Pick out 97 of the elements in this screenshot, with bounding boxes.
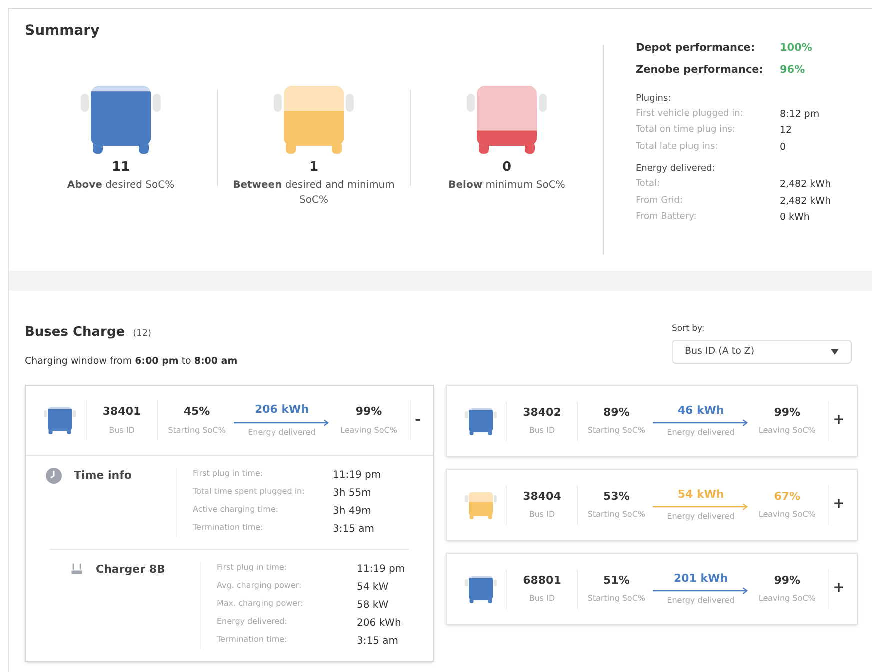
bus-count: 11 (112, 159, 130, 177)
energy-delivered: 54 kWh (678, 486, 724, 502)
stat-value: 0 (780, 140, 786, 154)
starting-soc: 53% (604, 488, 630, 504)
starting-soc-label: Starting SoC% (588, 593, 646, 605)
stat-group-title: Energy delivered: (636, 162, 716, 176)
sort-dropdown[interactable]: Bus ID (A to Z) (672, 340, 852, 364)
section-title: Buses Charge (25, 324, 126, 342)
detail-label: Energy delivered: (217, 616, 288, 628)
detail-value: 3:15 am (357, 634, 399, 649)
detail-label: Termination time: (193, 522, 264, 534)
expand-toggle[interactable]: - (415, 410, 421, 431)
expand-toggle[interactable]: + (833, 578, 845, 600)
leaving-soc-label: Leaving SoC% (758, 425, 816, 437)
leaving-soc-label: Leaving SoC% (758, 509, 816, 521)
arrow-icon (653, 503, 750, 511)
expand-toggle[interactable]: + (833, 410, 845, 432)
bus-icon (464, 490, 497, 520)
stat-label: From Grid: (636, 194, 684, 208)
starting-soc: 51% (604, 572, 630, 588)
stat-value: 8:12 pm (780, 108, 820, 122)
performance-value: 96% (780, 62, 806, 78)
leaving-soc: 99% (774, 572, 801, 588)
status-label: Between desired and minimum SoC% (232, 178, 396, 208)
energy-delivered-label: Energy delivered (667, 595, 735, 607)
detail-label: Avg. charging power: (217, 580, 303, 592)
bus-icon (464, 406, 497, 436)
detail-value: 11:19 pm (357, 562, 406, 577)
detail-value: 3h 55m (333, 486, 372, 501)
bus-id-label: Bus ID (109, 424, 135, 436)
detail-label: First plug in time: (193, 468, 264, 480)
leaving-soc-label: Leaving SoC% (340, 424, 398, 436)
bus-id-label: Bus ID (529, 425, 556, 437)
stat-group-title: Plugins: (636, 92, 672, 106)
performance-value: 100% (780, 41, 812, 56)
leaving-soc: 67% (774, 488, 801, 504)
leaving-soc-label: Leaving SoC% (758, 593, 816, 605)
detail-value: 54 kW (357, 580, 389, 595)
arrow-icon (653, 419, 750, 427)
detail-label: Termination time: (217, 634, 288, 646)
bus-id: 68801 (523, 572, 562, 588)
stat-label: Total late plug ins: (636, 140, 720, 154)
status-label: Below minimum SoC% (448, 178, 566, 192)
bus-id: 38401 (102, 404, 142, 420)
energy-delivered-label: Energy delivered (248, 426, 316, 438)
stat-value: 0 kWh (780, 210, 810, 225)
summary-title: Summary (25, 22, 101, 41)
bus-icon (464, 574, 497, 604)
section-title: Time info (74, 468, 132, 484)
bus-id: 38402 (523, 404, 562, 420)
sort-label: Sort by: (672, 323, 706, 336)
stat-label: First vehicle plugged in: (636, 108, 744, 121)
leaving-soc: 99% (774, 404, 801, 420)
detail-label: Total time spent plugged in: (193, 486, 306, 498)
energy-delivered-label: Energy delivered (667, 511, 735, 523)
bus-count: (12) (133, 328, 152, 341)
detail-label: Max. charging power: (217, 598, 304, 610)
section-title: Charger 8B (96, 562, 166, 578)
stat-value: 2,482 kWh (780, 194, 832, 208)
detail-label: First plug in time: (217, 562, 288, 574)
stat-value: 2,482 kWh (780, 178, 832, 192)
detail-value: 206 kWh (357, 616, 402, 631)
starting-soc-label: Starting SoC% (168, 424, 226, 436)
bus-id-label: Bus ID (529, 593, 556, 605)
expand-toggle[interactable]: + (833, 494, 845, 516)
detail-value: 3h 49m (333, 504, 372, 519)
energy-delivered: 201 kWh (674, 570, 728, 586)
starting-soc: 45% (184, 404, 210, 420)
stat-label: Total on time plug ins: (636, 124, 737, 138)
bus-id-label: Bus ID (529, 509, 556, 521)
detail-label: Active charging time: (193, 504, 280, 516)
performance-label: Zenobe performance: (636, 62, 764, 78)
energy-delivered: 206 kWh (254, 402, 310, 418)
charging-window: Charging window from 6:00 pm to 8:00 am (25, 354, 238, 369)
stat-label: Total: (636, 178, 662, 192)
clock-icon (46, 468, 62, 484)
starting-soc-label: Starting SoC% (588, 425, 646, 437)
detail-value: 11:19 pm (333, 468, 382, 483)
status-label: Above desired SoC% (66, 178, 176, 192)
starting-soc: 89% (604, 404, 630, 420)
bus-id: 38404 (523, 488, 562, 504)
performance-label: Depot performance: (636, 41, 756, 56)
arrow-icon (234, 418, 330, 426)
leaving-soc: 99% (356, 404, 382, 420)
detail-value: 58 kW (357, 598, 389, 613)
plug-icon (70, 562, 84, 576)
arrow-icon (653, 587, 750, 595)
energy-delivered-label: Energy delivered (667, 427, 735, 439)
bus-count: 1 (309, 159, 319, 177)
caret-icon (831, 348, 839, 355)
stat-value: 12 (780, 124, 792, 138)
stat-label: From Battery: (636, 210, 698, 224)
bus-icon (44, 405, 76, 436)
energy-delivered: 46 kWh (678, 402, 724, 418)
starting-soc-label: Starting SoC% (588, 509, 646, 521)
detail-value: 3:15 am (333, 522, 375, 537)
bus-count: 0 (502, 159, 512, 177)
